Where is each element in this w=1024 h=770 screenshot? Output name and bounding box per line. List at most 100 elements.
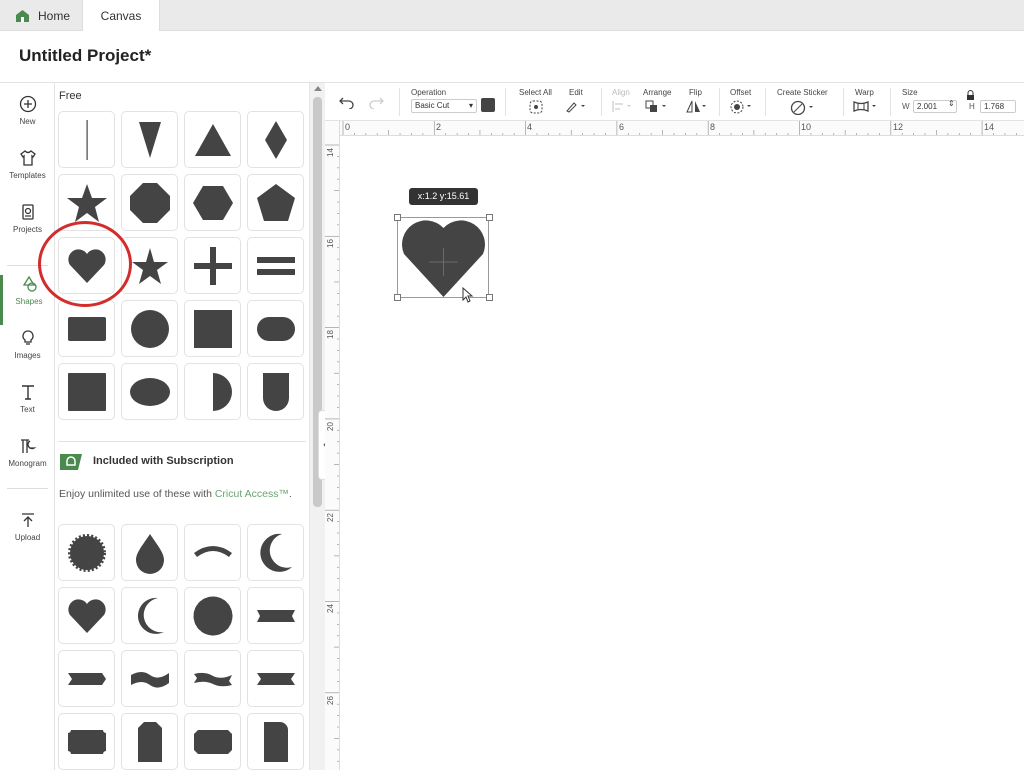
resize-handle-top-right[interactable] [486,214,493,221]
shape-tile-equals[interactable] [247,237,304,294]
shape-tile-crescent[interactable] [247,524,304,581]
shape-tile-triangle-down[interactable] [121,111,178,168]
shape-tile-scalloped-circle[interactable] [184,587,241,644]
edit-group[interactable]: Edit [569,88,583,100]
scroll-up-icon[interactable] [314,86,322,91]
shape-tile-rounded-tab[interactable] [247,713,304,770]
warp-icon[interactable] [853,100,879,113]
redo-icon[interactable] [368,95,384,109]
create-sticker-group[interactable]: Create Sticker [777,88,828,100]
shape-tile-octagon[interactable] [121,174,178,231]
left-nav: New Templates Projects Shapes Images Tex… [0,83,55,770]
tab-home[interactable]: Home [0,0,82,31]
shape-tile-line[interactable] [58,111,115,168]
shape-tile-ticket[interactable] [58,713,115,770]
nav-templates[interactable]: Templates [0,149,55,199]
octagon-shape-icon [129,182,170,223]
resize-handle-bottom-right[interactable] [486,294,493,301]
nav-new[interactable]: New [0,95,55,145]
resize-handle-top-left[interactable] [394,214,401,221]
mouse-cursor-icon [462,287,474,303]
shape-tile-oval[interactable] [121,363,178,420]
height-label: H [969,102,975,111]
arrange-group[interactable]: Arrange [643,88,671,100]
edit-label: Edit [569,88,583,97]
width-stepper-icon[interactable]: ⇕ [948,99,955,108]
heart-shape-icon [67,598,106,633]
star-narrow-shape-icon [131,247,168,284]
drop-shape-icon [135,533,164,574]
nav-images[interactable]: Images [0,329,55,379]
nav-monogram[interactable]: Monogram [0,437,55,487]
offset-icon[interactable] [730,100,754,114]
shape-tile-tag[interactable] [121,713,178,770]
shape-tile-heart-sub[interactable] [58,587,115,644]
shape-tile-diamond[interactable] [247,111,304,168]
select-all-group[interactable]: Select All [519,88,552,100]
rounded-rectangle-shape-icon [67,316,106,341]
warp-label: Warp [855,88,874,97]
subscription-badge-icon [60,454,82,470]
tab-canvas[interactable]: Canvas [82,0,160,32]
ruler-label: 8 [710,122,716,132]
subscription-desc-text: Enjoy unlimited use of these with [59,488,215,500]
ruler-label: 16 [326,239,335,248]
shape-tile-arc[interactable] [184,524,241,581]
resize-handle-bottom-left[interactable] [394,294,401,301]
operation-color-swatch[interactable] [481,98,495,112]
sticker-icon[interactable] [790,100,816,115]
offset-group[interactable]: Offset [730,88,751,100]
shape-tile-banner-notched[interactable] [247,587,304,644]
lock-icon[interactable] [966,90,975,100]
shape-tile-ribbon-wave-tails[interactable] [184,650,241,707]
select-all-icon[interactable] [529,100,543,114]
square-large-shape-icon [67,372,106,411]
ruler-label: 14 [984,122,995,132]
nav-label: Text [20,405,35,414]
shape-tile-ticket-notched[interactable] [184,713,241,770]
shape-tile-hexagon[interactable] [184,174,241,231]
shape-tile-circle[interactable] [121,300,178,357]
rounded-tab-shape-icon [263,721,288,762]
cricut-access-link[interactable]: Cricut Access™ [215,488,289,500]
align-label: Align [612,88,630,97]
ruler-label: 4 [527,122,533,132]
warp-group[interactable]: Warp [855,88,874,100]
ruler-label: 10 [801,122,812,132]
align-icon [612,101,631,112]
operation-select[interactable]: Basic Cut [411,99,477,113]
shape-tile-square[interactable] [184,300,241,357]
edit-pen-icon[interactable] [565,100,587,113]
shape-tile-starburst[interactable] [58,524,115,581]
shape-tile-half-circle[interactable] [184,363,241,420]
height-input[interactable]: 1.768 [980,100,1016,113]
flip-group[interactable]: Flip [689,88,702,100]
shape-tile-pentagon[interactable] [247,174,304,231]
ruler-label: 12 [893,122,904,132]
shape-tile-rounded-rectangle[interactable] [58,300,115,357]
nav-upload[interactable]: Upload [0,511,55,561]
lightbulb-icon [21,330,34,345]
shape-tile-crescent-thin[interactable] [121,587,178,644]
shape-tile-square-large[interactable] [58,363,115,420]
shape-tile-drop[interactable] [121,524,178,581]
ruler-label: 24 [326,604,335,613]
free-section-label: Free [59,90,82,102]
shape-tile-rounded-pill[interactable] [247,300,304,357]
shape-tile-u-shape[interactable] [247,363,304,420]
ticket-shape-icon [67,729,106,754]
undo-icon[interactable] [339,95,355,109]
shape-tile-ribbon-arrow[interactable] [58,650,115,707]
shape-tile-ribbon-bow[interactable] [247,650,304,707]
project-title[interactable]: Untitled Project* [19,46,151,66]
shape-tile-plus[interactable] [184,237,241,294]
nav-text[interactable]: Text [0,383,55,433]
shapes-icon [22,275,37,292]
ruler-label: 18 [326,330,335,339]
shape-tile-triangle[interactable] [184,111,241,168]
arrange-icon[interactable] [645,100,669,113]
shape-tile-ribbon-wave[interactable] [121,650,178,707]
nav-label: New [19,117,36,126]
flip-icon[interactable] [686,100,708,113]
u-shape-shape-icon [262,372,289,411]
